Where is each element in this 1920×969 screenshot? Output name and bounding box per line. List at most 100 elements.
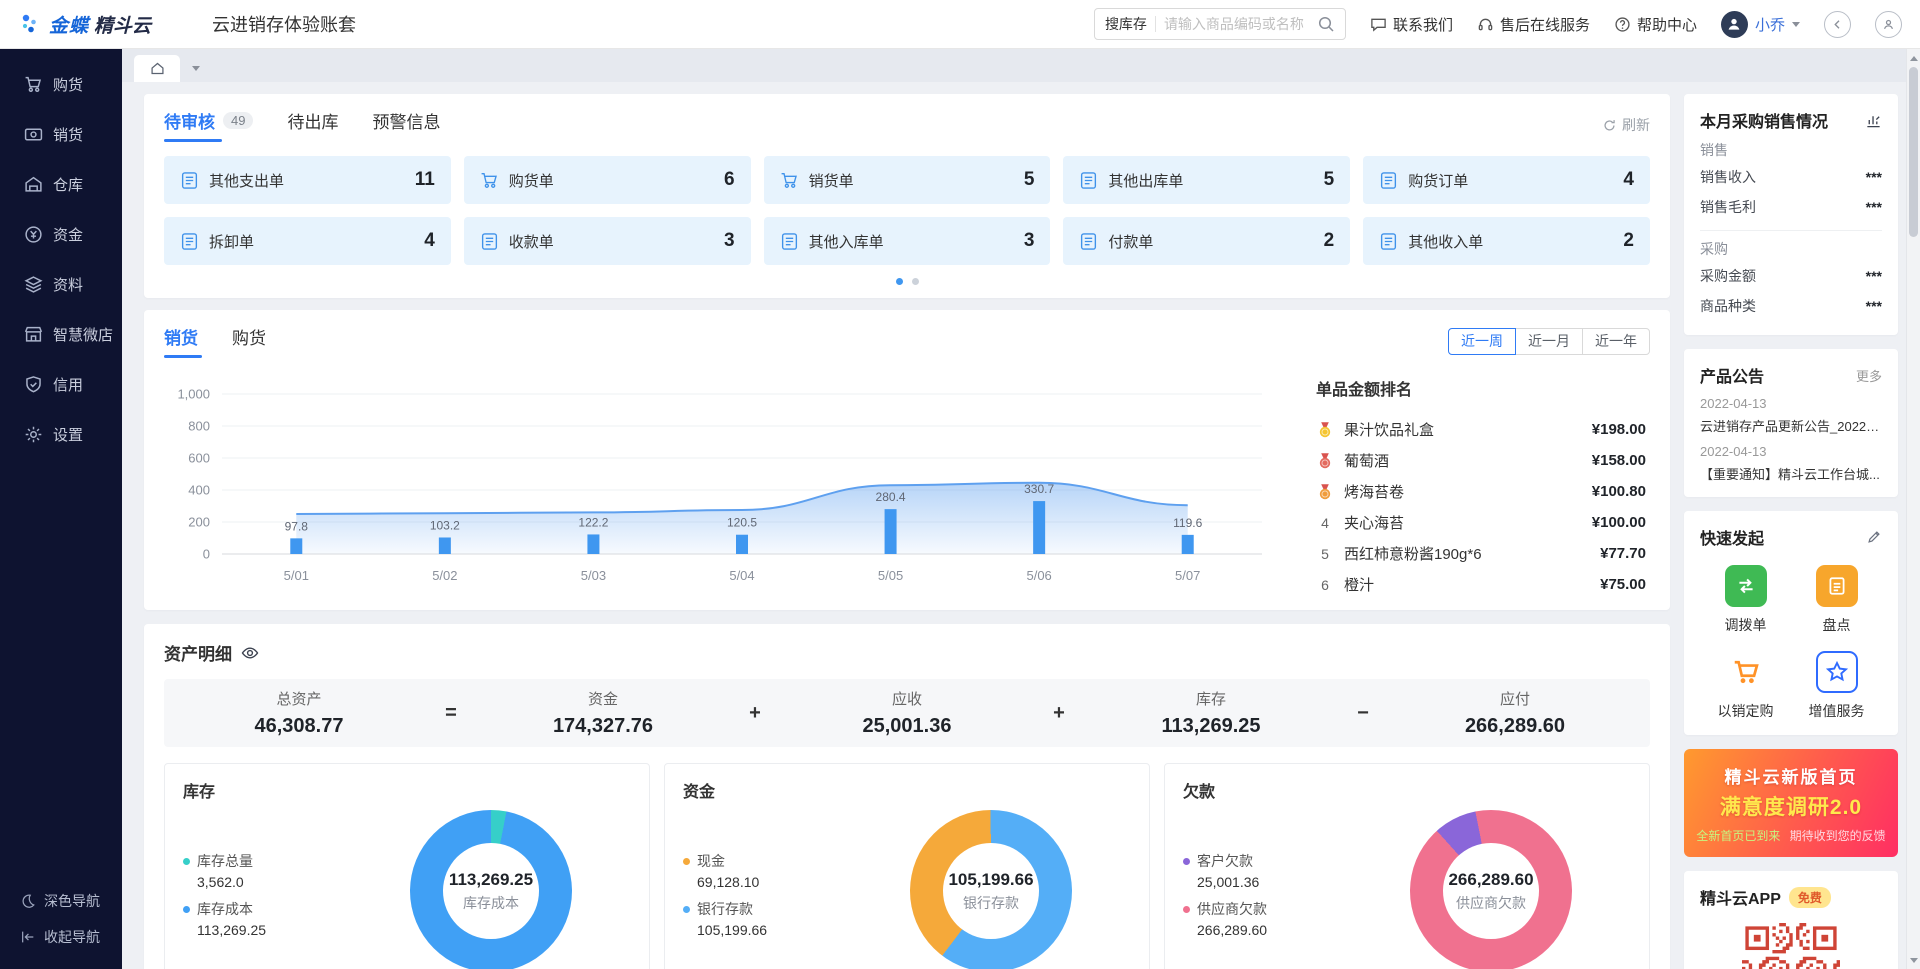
- operator-plus: +: [1042, 702, 1076, 725]
- ranking-item[interactable]: 果汁饮品礼盒 ¥198.00: [1316, 414, 1646, 445]
- tabs-dropdown-button[interactable]: [184, 55, 208, 82]
- quick-stocktake[interactable]: 盘点: [1816, 565, 1858, 635]
- tile-purchase-order[interactable]: 购货订单 4: [1363, 156, 1650, 204]
- person-icon: [1725, 15, 1743, 33]
- refresh-label: 刷新: [1622, 115, 1650, 135]
- legend-dot: [1183, 858, 1190, 865]
- tile-other-inbound-bill[interactable]: 其他入库单 3: [764, 217, 1051, 265]
- tile-disassembly-bill[interactable]: 拆卸单 4: [164, 217, 451, 265]
- switch-version-button[interactable]: [1824, 11, 1851, 38]
- dark-nav-toggle[interactable]: 深色导航: [0, 883, 122, 919]
- sidebar-item-label: 信用: [53, 374, 83, 395]
- sidebar-item-warehouse[interactable]: 仓库: [0, 159, 122, 209]
- kingdee-logo-icon: [18, 12, 42, 36]
- range-year-button[interactable]: 近一年: [1582, 328, 1650, 355]
- tab-pending-review[interactable]: 待审核 49: [164, 108, 253, 142]
- profile-button[interactable]: [1875, 11, 1902, 38]
- dark-nav-label: 深色导航: [44, 891, 100, 911]
- user-menu[interactable]: 小乔: [1721, 11, 1800, 38]
- operator-minus: −: [1346, 702, 1380, 725]
- tile-other-outbound-bill[interactable]: 其他出库单 5: [1063, 156, 1350, 204]
- asset-total: 总资产 46,308.77: [164, 688, 434, 738]
- svg-text:280.4: 280.4: [876, 490, 906, 504]
- document-icon: [780, 171, 799, 190]
- svg-text:5/03: 5/03: [581, 568, 606, 583]
- monthly-overview-card: 本月采购销售情况 销售 销售收入 *** 销售毛利 *** 采购 采购金额 **…: [1684, 94, 1898, 335]
- operator-equals: =: [434, 702, 468, 725]
- tab-pending-outbound[interactable]: 待出库: [287, 108, 338, 142]
- chevron-down-icon: [192, 66, 200, 71]
- sidebar-item-sales[interactable]: 销货: [0, 109, 122, 159]
- quick-value-added-service[interactable]: 增值服务: [1809, 651, 1865, 721]
- brand-logo[interactable]: 金蝶 精斗云: [18, 11, 186, 38]
- shield-icon: [24, 375, 43, 394]
- refresh-icon: [1602, 118, 1617, 133]
- tab-alerts[interactable]: 预警信息: [372, 108, 440, 142]
- brand-prefix: 金蝶: [49, 11, 89, 38]
- tab-home[interactable]: [134, 55, 180, 82]
- announcement-item[interactable]: 2022-04-13 【重要通知】精斗云工作台城...: [1700, 444, 1882, 483]
- chevron-down-icon: [1792, 22, 1800, 27]
- survey-banner[interactable]: 精斗云新版首页 满意度调研2.0 全新首页已到来 期待收到您的反馈: [1684, 749, 1898, 857]
- document-icon: [480, 171, 499, 190]
- scroll-down-arrow[interactable]: [1907, 953, 1920, 967]
- funds-donut-chart: 105,199.66 银行存款: [910, 810, 1072, 969]
- carousel-dot-1[interactable]: [896, 278, 903, 285]
- ranking-item[interactable]: 5 西红柿意粉酱190g*6 ¥77.70: [1316, 538, 1646, 569]
- tile-other-expense-bill[interactable]: 其他支出单 11: [164, 156, 451, 204]
- svg-text:0: 0: [203, 547, 210, 562]
- scrollbar-thumb[interactable]: [1909, 67, 1918, 237]
- tab-sales[interactable]: 销货: [164, 324, 198, 358]
- svg-text:1,000: 1,000: [177, 387, 210, 402]
- quick-sell-to-buy[interactable]: 以销定购: [1718, 651, 1774, 721]
- stat-row: 采购金额 ***: [1700, 261, 1882, 291]
- ranking-item[interactable]: 葡萄酒 ¥158.00: [1316, 445, 1646, 476]
- search-icon[interactable]: [1317, 15, 1335, 33]
- sidebar-item-data[interactable]: 资料: [0, 259, 122, 309]
- avatar: [1721, 11, 1748, 38]
- tile-other-income-bill[interactable]: 其他收入单 2: [1363, 217, 1650, 265]
- sidebar-item-smart-store[interactable]: 智慧微店: [0, 309, 122, 359]
- ranking-item[interactable]: 4 夹心海苔 ¥100.00: [1316, 507, 1646, 538]
- range-week-button[interactable]: 近一周: [1448, 328, 1516, 355]
- tab-purchase[interactable]: 购货: [232, 324, 266, 358]
- inventory-searchbox[interactable]: 搜库存: [1094, 8, 1346, 40]
- refresh-button[interactable]: 刷新: [1602, 115, 1650, 135]
- tile-payment-bill[interactable]: 付款单 2: [1063, 217, 1350, 265]
- contact-us-label: 联系我们: [1393, 14, 1453, 35]
- edit-icon[interactable]: [1866, 529, 1882, 545]
- asset-funds: 资金 174,327.76: [468, 688, 738, 738]
- tab-label: 待出库: [287, 108, 338, 133]
- range-month-button[interactable]: 近一月: [1515, 328, 1583, 355]
- svg-text:103.2: 103.2: [430, 518, 460, 532]
- sidebar-item-credit[interactable]: 信用: [0, 359, 122, 409]
- search-input[interactable]: [1164, 16, 1317, 32]
- carousel-dot-2[interactable]: [912, 278, 919, 285]
- scroll-up-arrow[interactable]: [1907, 51, 1920, 65]
- quick-transfer-order[interactable]: 调拨单: [1725, 565, 1767, 635]
- contact-us-link[interactable]: 联系我们: [1370, 14, 1453, 35]
- tile-receipt-bill[interactable]: 收款单 3: [464, 217, 751, 265]
- tab-label: 待审核: [164, 108, 215, 133]
- more-link[interactable]: 更多: [1856, 366, 1882, 385]
- sales-trend-card: 销货 购货 近一周 近一月 近一年 02004006008001,00097.8…: [144, 310, 1670, 610]
- ranking-item[interactable]: 6 橙汁 ¥75.00: [1316, 569, 1646, 600]
- sidebar-item-purchase[interactable]: 购货: [0, 59, 122, 109]
- eye-icon[interactable]: [241, 644, 259, 662]
- announcement-item[interactable]: 2022-04-13 云进销存产品更新公告_20220...: [1700, 396, 1882, 435]
- after-sales-service-link[interactable]: 售后在线服务: [1477, 14, 1590, 35]
- tile-sales-bill[interactable]: 销货单 5: [764, 156, 1051, 204]
- collapse-nav-button[interactable]: 收起导航: [0, 919, 122, 955]
- sidebar-item-settings[interactable]: 设置: [0, 409, 122, 459]
- tile-purchase-bill[interactable]: 购货单 6: [464, 156, 751, 204]
- help-center-link[interactable]: 帮助中心: [1614, 14, 1697, 35]
- search-scope-label[interactable]: 搜库存: [1105, 14, 1147, 34]
- brand-name: 精斗云: [94, 11, 151, 38]
- free-badge: 免费: [1789, 887, 1831, 908]
- sidebar-item-funds[interactable]: 资金: [0, 209, 122, 259]
- banner-subtext: 全新首页已到来 期待收到您的反馈: [1696, 827, 1885, 844]
- time-range-selector: 近一周 近一月 近一年: [1448, 328, 1650, 355]
- page-scrollbar[interactable]: [1906, 49, 1920, 969]
- ranking-item[interactable]: 烤海苔卷 ¥100.80: [1316, 476, 1646, 507]
- svg-text:200: 200: [188, 515, 210, 530]
